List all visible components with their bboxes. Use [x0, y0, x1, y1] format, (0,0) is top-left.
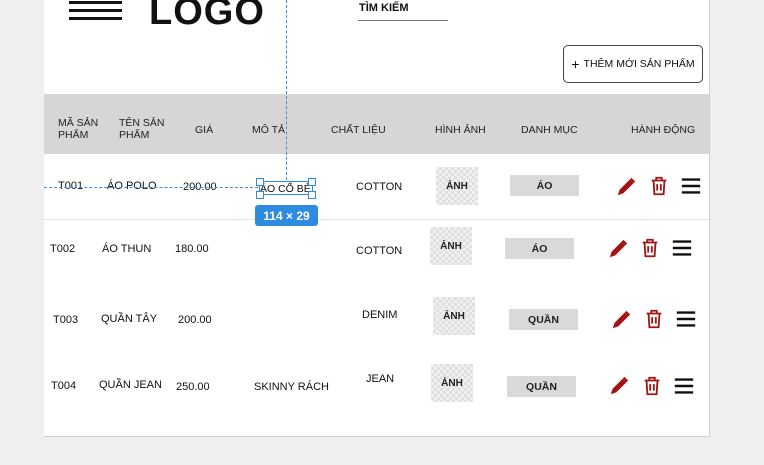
column-header-image: HÌNH ẢNH [435, 124, 486, 136]
resize-handle-bottom-left[interactable] [256, 191, 264, 199]
trash-icon[interactable] [648, 175, 670, 197]
trash-icon[interactable] [639, 237, 661, 259]
trash-icon[interactable] [643, 308, 665, 330]
plus-icon: + [571, 56, 580, 72]
column-header-price: GIÁ [195, 124, 214, 136]
category-label: QUẦN [528, 313, 559, 326]
cell-material: COTTON [356, 181, 403, 193]
measurement-guide-horizontal [44, 187, 258, 188]
image-label: ẢNH [441, 377, 463, 389]
search-label: TÌM KIẾM [359, 2, 409, 14]
selection-size-badge: 114 × 29 [255, 205, 318, 226]
column-header-material: CHẤT LIỆU [331, 124, 386, 136]
resize-handle-bottom-right[interactable] [308, 191, 316, 199]
category-badge: ÁO [510, 175, 579, 196]
cell-price: 250.00 [176, 381, 210, 393]
product-image-placeholder: ẢNH [431, 364, 473, 402]
cell-id: T002 [50, 243, 76, 255]
cell-material: DENIM [362, 309, 398, 321]
measurement-guide-vertical [286, 0, 287, 180]
selection-box[interactable] [259, 181, 313, 195]
pencil-icon[interactable] [607, 238, 629, 260]
column-header-description: MÔ TẢ [252, 124, 286, 136]
cell-id: T004 [51, 380, 77, 392]
cell-description: SKINNY RÁCH [254, 381, 329, 393]
resize-handle-top-right[interactable] [308, 178, 316, 186]
add-product-button[interactable]: + THÊM MỚI SẢN PHẨM [563, 45, 703, 83]
logo: LOGO [149, 0, 265, 33]
cell-name: QUẦN JEAN [99, 379, 162, 391]
image-label: ẢNH [440, 240, 462, 252]
cell-name: ÁO THUN [102, 243, 152, 255]
category-label: QUẦN [526, 380, 557, 393]
search-input[interactable]: TÌM KIẾM [358, 0, 448, 21]
product-image-placeholder: ẢNH [433, 297, 475, 335]
category-badge: ÁO [505, 238, 574, 259]
resize-handle-top-left[interactable] [256, 178, 264, 186]
column-header-name: TÊN SẢN PHẨM [119, 117, 165, 141]
column-header-actions: HÀNH ĐỘNG [631, 124, 696, 136]
product-image-placeholder: ẢNH [436, 167, 478, 205]
hamburger-menu-icon[interactable] [69, 0, 122, 22]
category-badge: QUẦN [509, 309, 578, 330]
category-label: ÁO [531, 242, 548, 255]
category-badge: QUẦN [507, 376, 576, 397]
pencil-icon[interactable] [610, 309, 632, 331]
hamburger-menu-icon[interactable] [673, 375, 695, 397]
hamburger-menu-icon[interactable] [675, 308, 697, 330]
product-image-placeholder: ẢNH [430, 227, 472, 265]
column-header-id: MÃ SẢN PHẨM [58, 117, 99, 141]
image-label: ẢNH [446, 180, 468, 192]
row-divider [44, 219, 709, 220]
cell-price: 180.00 [175, 243, 209, 255]
cell-material: JEAN [366, 373, 395, 385]
table-header: MÃ SẢN PHẨM TÊN SẢN PHẨM GIÁ MÔ TẢ CHẤT … [44, 94, 709, 154]
product-management-frame: LOGO TÌM KIẾM + THÊM MỚI SẢN PHẨM MÃ SẢN… [44, 0, 710, 437]
pencil-icon[interactable] [608, 375, 630, 397]
cell-name: ÁO POLO [107, 180, 157, 192]
cell-id: T001 [58, 180, 84, 192]
image-label: ẢNH [443, 310, 465, 322]
column-header-category: DANH MỤC [521, 124, 578, 136]
hamburger-menu-icon[interactable] [671, 237, 693, 259]
add-product-label: THÊM MỚI SẢN PHẨM [583, 58, 695, 70]
cell-price: 200.00 [178, 314, 212, 326]
pencil-icon[interactable] [615, 176, 637, 198]
cell-id: T003 [53, 314, 79, 326]
hamburger-menu-icon[interactable] [680, 175, 702, 197]
cell-name: QUẦN TÂY [101, 313, 158, 325]
category-label: ÁO [536, 179, 553, 192]
cell-material: COTTON [356, 245, 403, 257]
trash-icon[interactable] [641, 375, 663, 397]
